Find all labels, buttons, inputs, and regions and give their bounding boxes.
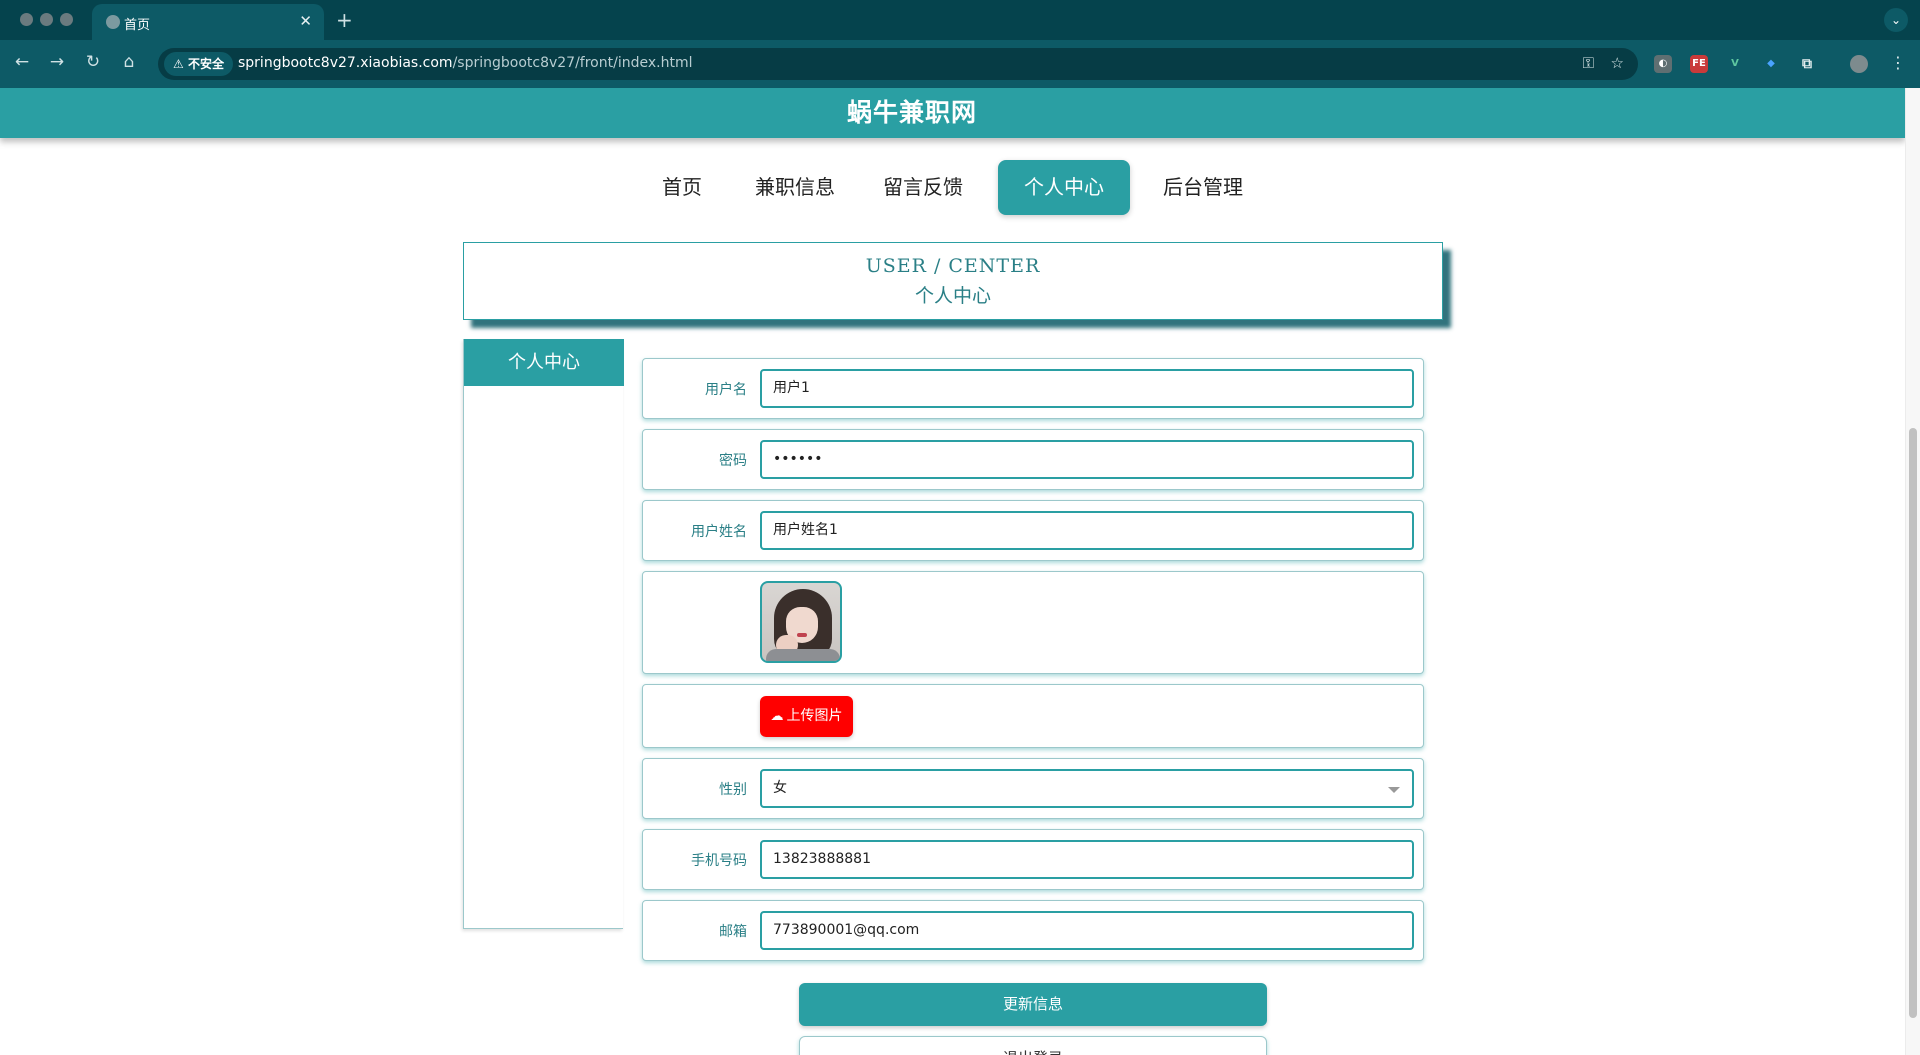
upload-image-button[interactable]: ☁ 上传图片	[760, 696, 853, 737]
url-text: springbootc8v27.xiaobias.com/springbootc…	[238, 55, 692, 71]
browser-toolbar: ← → ↻ ⌂ ⚠ 不安全 springbootc8v27.xiaobias.c…	[0, 40, 1920, 88]
nav-item-feedback[interactable]: 留言反馈	[873, 160, 973, 215]
profile-avatar-icon[interactable]	[1850, 55, 1868, 73]
globe-icon	[106, 15, 120, 29]
window-close-control[interactable]	[20, 13, 33, 26]
section-heading-en: USER / CENTER	[865, 255, 1041, 277]
realname-label: 用户姓名	[691, 524, 747, 540]
password-input[interactable]: ••••••	[760, 440, 1414, 479]
phone-label: 手机号码	[691, 853, 747, 869]
extension-fe-icon[interactable]: FE	[1690, 55, 1708, 73]
avatar-row	[642, 571, 1424, 674]
browser-menu-icon[interactable]: ⋮	[1890, 53, 1906, 72]
phone-input[interactable]: 13823888881	[760, 840, 1414, 879]
browser-tab-active[interactable]: 首页 ✕	[92, 4, 324, 40]
sidebar-item-user-center[interactable]: 个人中心	[464, 339, 624, 386]
page-content: 蜗牛兼职网 首页 兼职信息 留言反馈 个人中心 后台管理 USER / CENT…	[0, 88, 1905, 1055]
nav-item-home[interactable]: 首页	[648, 160, 716, 215]
main-nav: 首页 兼职信息 留言反馈 个人中心 后台管理	[0, 160, 1905, 215]
section-heading-cn: 个人中心	[914, 285, 991, 307]
username-label: 用户名	[705, 382, 747, 398]
gender-row: 性别 女	[642, 758, 1424, 819]
extension-vue-icon[interactable]: V	[1726, 55, 1744, 73]
update-info-button[interactable]: 更新信息	[799, 983, 1267, 1026]
nav-item-jobs[interactable]: 兼职信息	[745, 160, 845, 215]
site-header: 蜗牛兼职网	[0, 88, 1905, 138]
tab-search-icon[interactable]: ⌄	[1884, 8, 1908, 32]
address-bar[interactable]: ⚠ 不安全 springbootc8v27.xiaobias.com/sprin…	[158, 48, 1638, 80]
window-minimize-control[interactable]	[40, 13, 53, 26]
username-row: 用户名 用户1	[642, 358, 1424, 419]
nav-item-admin[interactable]: 后台管理	[1153, 160, 1253, 215]
realname-row: 用户姓名 用户姓名1	[642, 500, 1424, 561]
section-heading-box: USER / CENTER 个人中心	[463, 242, 1443, 320]
upload-row: ☁ 上传图片	[642, 684, 1424, 748]
gender-label: 性别	[719, 782, 747, 798]
upload-label: 上传图片	[786, 708, 843, 724]
forward-icon[interactable]: →	[45, 52, 69, 72]
email-row: 邮箱 773890001@qq.com	[642, 900, 1424, 961]
username-input[interactable]: 用户1	[760, 369, 1414, 408]
email-label: 邮箱	[719, 924, 747, 940]
page-scrollbar[interactable]	[1905, 88, 1920, 1055]
password-label: 密码	[719, 453, 747, 469]
site-title: 蜗牛兼职网	[846, 98, 977, 127]
cloud-upload-icon: ☁	[770, 709, 784, 724]
avatar	[760, 581, 842, 663]
extensions-puzzle-icon[interactable]: ⧉	[1798, 55, 1816, 73]
avatar-body	[766, 649, 840, 661]
window-zoom-control[interactable]	[60, 13, 73, 26]
gender-selected-value: 女	[773, 780, 787, 796]
home-icon[interactable]: ⌂	[117, 52, 141, 72]
url-host: springbootc8v27.xiaobias.com	[238, 55, 453, 71]
tab-bar: 首页 ✕ + ⌄	[0, 0, 1920, 40]
avatar-lips	[797, 633, 807, 637]
password-key-icon[interactable]: ⚿	[1583, 54, 1594, 72]
browser-chrome: 首页 ✕ + ⌄ ← → ↻ ⌂ ⚠ 不安全 springbootc8v27.x…	[0, 0, 1920, 88]
tab-title: 首页	[124, 18, 151, 33]
phone-row: 手机号码 13823888881	[642, 829, 1424, 890]
reload-icon[interactable]: ↻	[81, 52, 105, 72]
extension-gem-icon[interactable]: ◆	[1762, 55, 1780, 73]
nav-item-user-center[interactable]: 个人中心	[998, 160, 1130, 215]
new-tab-button[interactable]: +	[336, 8, 353, 32]
security-label: 不安全	[187, 57, 224, 71]
url-path: /springbootc8v27/front/index.html	[452, 55, 693, 71]
email-input[interactable]: 773890001@qq.com	[760, 911, 1414, 950]
password-row: 密码 ••••••	[642, 429, 1424, 490]
security-indicator[interactable]: ⚠ 不安全	[164, 52, 233, 76]
chevron-down-icon	[1388, 787, 1400, 793]
close-icon[interactable]: ✕	[299, 12, 312, 30]
back-icon[interactable]: ←	[10, 52, 34, 72]
logout-button[interactable]: 退出登录	[799, 1036, 1267, 1055]
extension-icon-1[interactable]: ◐	[1654, 55, 1672, 73]
gender-select[interactable]: 女	[760, 769, 1414, 808]
bookmark-star-icon[interactable]: ☆	[1611, 54, 1624, 72]
sidebar: 个人中心	[463, 339, 624, 929]
realname-input[interactable]: 用户姓名1	[760, 511, 1414, 550]
scrollbar-thumb[interactable]	[1909, 428, 1917, 1018]
